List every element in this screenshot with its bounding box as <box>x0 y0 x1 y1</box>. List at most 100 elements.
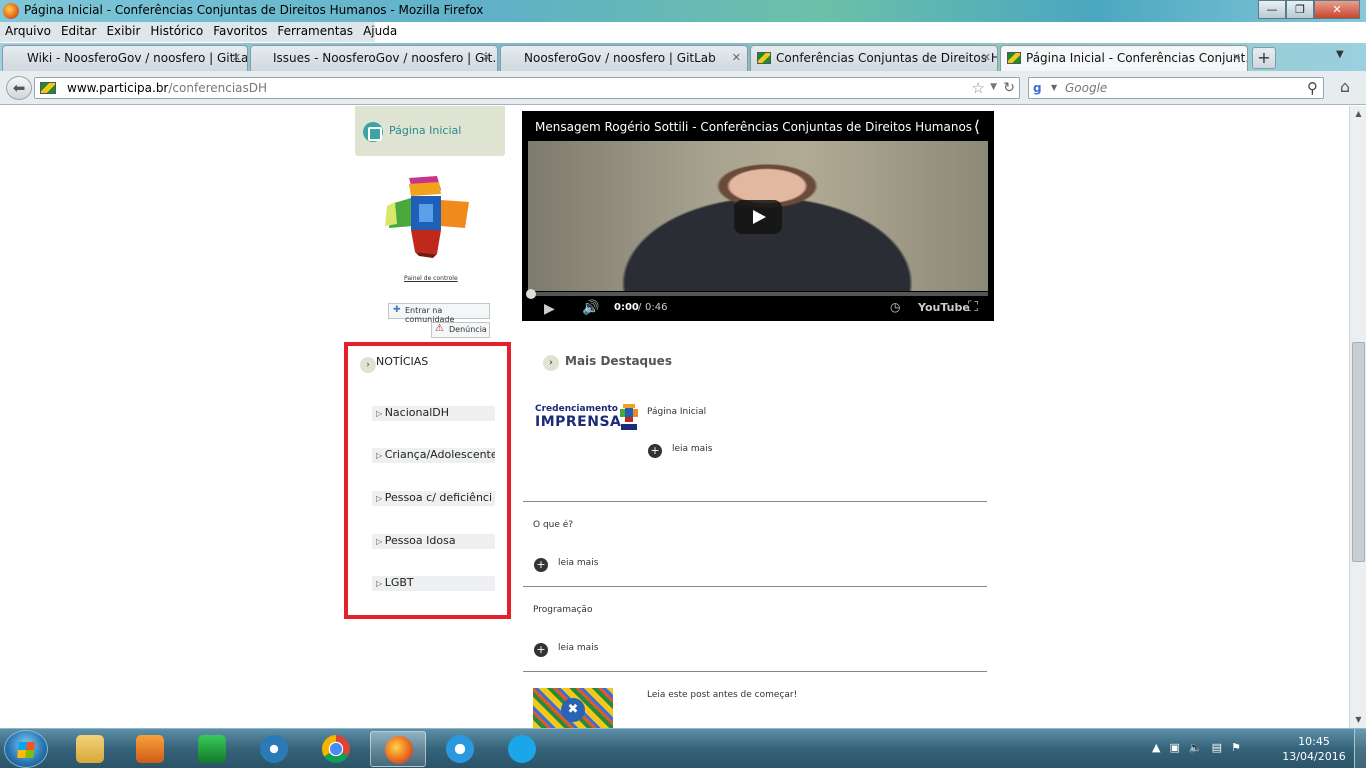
highlight-title[interactable]: Página Inicial <box>647 407 706 417</box>
mini-community-logo <box>620 404 638 430</box>
tab-label: Wiki - NoosferoGov / noosfero | GitLab <box>27 51 248 65</box>
back-button[interactable]: ⬅ <box>6 76 32 100</box>
home-page-link[interactable]: Página Inicial <box>355 106 505 156</box>
news-item-nacionaldh[interactable]: NacionalDH <box>372 406 495 421</box>
highlight-title[interactable]: Leia este post antes de começar! <box>647 690 797 700</box>
watch-later-icon[interactable]: ◷ <box>890 300 900 314</box>
tab-issues[interactable]: Issues - NoosferoGov / noosfero | Git...… <box>250 45 498 71</box>
menu-favoritos[interactable]: Favoritos <box>208 22 272 42</box>
video-player[interactable]: Mensagem Rogério Sottili - Conferências … <box>522 111 994 321</box>
tab-conferencias[interactable]: Conferências Conjuntas de Direitos H... … <box>750 45 998 71</box>
highlight-title[interactable]: O que é? <box>533 520 573 530</box>
minimize-button[interactable]: — <box>1258 0 1286 19</box>
time-separator: / <box>638 302 642 313</box>
taskbar: ▲ ▣ 🔈 ▤ ⚑ 10:45 13/04/2016 <box>0 728 1366 768</box>
menu-exibir[interactable]: Exibir <box>101 22 145 42</box>
highlight-title[interactable]: Programação <box>533 605 592 615</box>
video-controls: ▶ 🔊 0:00 / 0:46 ◷ YouTube ⛶ <box>522 297 994 321</box>
start-button[interactable] <box>4 730 48 768</box>
close-tab-icon[interactable]: ✕ <box>982 51 991 64</box>
chrome-taskbar-item[interactable] <box>308 731 364 767</box>
tab-pagina-inicial[interactable]: Página Inicial - Conferências Conjunt...… <box>1000 45 1248 71</box>
tab-gitlab[interactable]: NoosferoGov / noosfero | GitLab ✕ <box>500 45 748 71</box>
menu-historico[interactable]: Histórico <box>145 22 208 42</box>
video-title[interactable]: Mensagem Rogério Sottili - Conferências … <box>535 120 972 134</box>
highlights-heading: › Mais Destaques <box>543 354 672 371</box>
plus-icon[interactable]: + <box>534 643 548 657</box>
close-button[interactable]: ✕ <box>1314 0 1360 19</box>
home-icon[interactable]: ⌂ <box>1332 77 1358 99</box>
google-icon[interactable]: g <box>1033 81 1042 95</box>
network-icon[interactable]: ▤ <box>1212 741 1222 754</box>
close-tab-icon[interactable]: ✕ <box>1232 51 1241 64</box>
menu-arquivo[interactable]: Arquivo <box>0 22 56 42</box>
vertical-scrollbar[interactable]: ▲ ▼ <box>1349 106 1366 728</box>
close-tab-icon[interactable]: ✕ <box>732 51 741 64</box>
search-bar[interactable]: g ▼ Google ⚲ <box>1028 77 1324 99</box>
play-icon[interactable]: ▶ <box>544 301 555 317</box>
show-desktop-button[interactable] <box>1354 729 1366 768</box>
tab-strip: Wiki - NoosferoGov / noosfero | GitLab ✕… <box>0 43 1366 71</box>
site-identity-icon[interactable] <box>40 82 56 94</box>
clock-time: 10:45 <box>1298 735 1330 748</box>
media-taskbar-item[interactable] <box>122 731 178 767</box>
show-hidden-icons[interactable]: ▲ <box>1152 741 1160 754</box>
read-more-link[interactable]: + leia mais <box>648 444 712 458</box>
read-more-link[interactable]: + leia mais <box>534 558 598 572</box>
scrollbar-thumb[interactable] <box>1352 342 1365 562</box>
join-community-button[interactable]: Entrar na comunidade <box>388 303 490 324</box>
video-progress-bar[interactable] <box>526 289 988 299</box>
firefox-taskbar-item[interactable] <box>370 731 426 767</box>
clock[interactable]: 10:45 13/04/2016 <box>1282 734 1346 764</box>
volume-icon[interactable]: 🔊 <box>582 300 599 316</box>
menu-ajuda[interactable]: Ajuda <box>358 22 402 42</box>
explorer-taskbar-item[interactable] <box>62 731 118 767</box>
skype-taskbar-item[interactable] <box>494 731 550 767</box>
history-dropdown-icon[interactable]: ▼ <box>990 82 997 92</box>
search-icon[interactable]: ⚲ <box>1307 79 1318 97</box>
news-item-crianca[interactable]: Criança/Adolescente <box>372 448 495 463</box>
engine-dropdown-icon[interactable]: ▼ <box>1051 83 1057 92</box>
current-time: 0:00 <box>614 302 639 313</box>
new-tab-button[interactable]: + <box>1252 47 1276 69</box>
tab-list-icon[interactable]: ▼ <box>1336 49 1344 60</box>
url-text[interactable]: www.participa.br/conferenciasDH <box>67 81 267 95</box>
monitor-taskbar-item[interactable] <box>184 731 240 767</box>
navigation-toolbar: ⬅ www.participa.br/conferenciasDH ☆ ▼ ↻ … <box>0 71 1366 105</box>
action-center-flag-icon[interactable]: ⚑ <box>1231 741 1241 754</box>
fullscreen-icon[interactable]: ⛶ <box>968 299 978 315</box>
bookmark-star-icon[interactable]: ☆ <box>972 79 985 97</box>
share-icon[interactable]: ⟨ <box>974 117 980 136</box>
firefox-icon[interactable] <box>3 3 19 19</box>
volume-icon[interactable]: 🔈 <box>1189 741 1203 754</box>
news-item-idosa[interactable]: Pessoa Idosa <box>372 534 495 549</box>
tab-label: NoosferoGov / noosfero | GitLab <box>524 51 716 65</box>
control-panel-link[interactable]: Painel de controle <box>404 275 458 282</box>
news-heading: › NOTÍCIAS <box>360 355 428 373</box>
scroll-up-icon[interactable]: ▲ <box>1350 106 1366 122</box>
plus-icon[interactable]: + <box>534 558 548 572</box>
reload-icon[interactable]: ↻ <box>1003 80 1015 96</box>
news-item-lgbt[interactable]: LGBT <box>372 576 495 591</box>
post-thumbnail[interactable]: ✖ <box>533 688 613 728</box>
tab-wiki[interactable]: Wiki - NoosferoGov / noosfero | GitLab ✕ <box>2 45 248 71</box>
press-accreditation-image[interactable]: Credenciamento IMPRENSA <box>535 404 621 436</box>
news-item-deficiencia[interactable]: Pessoa c/ deficiênci <box>372 491 495 506</box>
scroll-down-icon[interactable]: ▼ <box>1350 712 1366 728</box>
youtube-logo[interactable]: YouTube <box>918 301 970 314</box>
ie-taskbar-item[interactable] <box>432 731 488 767</box>
address-bar[interactable]: www.participa.br/conferenciasDH ☆ ▼ ↻ <box>34 77 1020 99</box>
report-button[interactable]: Denúncia <box>431 322 490 338</box>
close-tab-icon[interactable]: ✕ <box>232 51 241 64</box>
read-more-link[interactable]: + leia mais <box>534 643 598 657</box>
usb-icon[interactable]: ▣ <box>1169 741 1179 754</box>
menu-editar[interactable]: Editar <box>56 22 102 42</box>
play-button[interactable] <box>734 200 782 234</box>
close-tab-icon[interactable]: ✕ <box>482 51 491 64</box>
maximize-button[interactable]: ❐ <box>1286 0 1314 19</box>
search-input[interactable]: Google <box>1065 81 1107 95</box>
plus-icon[interactable]: + <box>648 444 662 458</box>
network-taskbar-item[interactable] <box>246 731 302 767</box>
wrench-icon: ✖ <box>561 698 585 722</box>
menu-ferramentas[interactable]: Ferramentas <box>272 22 358 42</box>
